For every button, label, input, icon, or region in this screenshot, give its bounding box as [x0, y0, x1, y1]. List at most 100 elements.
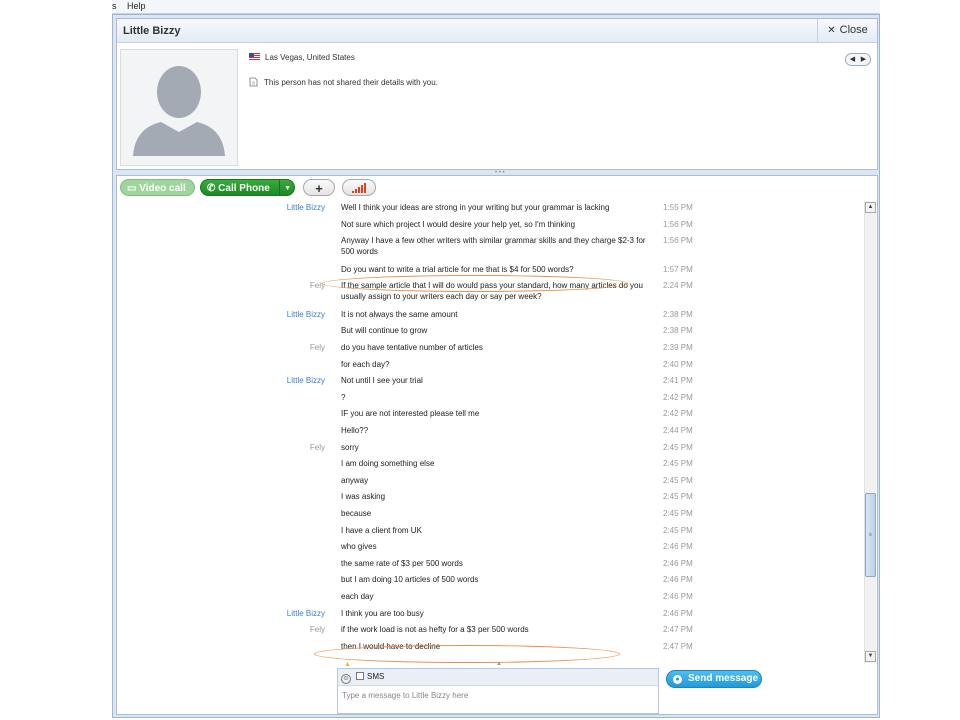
message-text: I think you are too busy	[341, 608, 424, 618]
message-text: I have a client from UK	[341, 525, 422, 535]
call-quality-button[interactable]	[342, 179, 376, 196]
chat-window: Little Bizzy ✕ Close Las Vegas, United St…	[112, 14, 880, 718]
scroll-down-icon[interactable]: ▼	[865, 651, 876, 662]
message-text: ?	[341, 392, 346, 402]
message-time: 2:40 PM	[663, 359, 693, 369]
compose-grip[interactable]: ▲	[496, 661, 502, 667]
message-text: Hello??	[341, 426, 369, 435]
menu-bar: s Help	[112, 0, 880, 14]
compose-bar: ☺ SMS	[338, 669, 658, 686]
message-text: Well I think your ideas are strong in yo…	[341, 203, 610, 212]
message-time: 2:45 PM	[663, 492, 693, 502]
chevron-down-icon[interactable]: ▼	[284, 180, 291, 197]
message-sender: Little Bizzy	[286, 309, 325, 319]
message-time: 2:46 PM	[663, 608, 693, 618]
video-camera-icon: ▭	[127, 183, 137, 194]
call-phone-button[interactable]: ✆ Call Phone ▼	[200, 179, 295, 196]
contact-name: Little Bizzy	[123, 25, 181, 37]
info-icon	[249, 77, 258, 87]
message-text: Do you want to write a trial article for…	[341, 264, 574, 274]
close-button[interactable]: ✕ Close	[817, 19, 877, 42]
add-button[interactable]: +	[303, 179, 335, 196]
phone-icon: ✆	[207, 183, 216, 194]
message-time: 2:47 PM	[663, 641, 693, 651]
location-row: Las Vegas, United States	[249, 53, 355, 62]
scrollbar-thumb[interactable]: ≡	[865, 493, 876, 577]
arrow-right-icon[interactable]: ▶	[858, 54, 869, 65]
message-text: for each day?	[341, 359, 390, 369]
message-time: 2:38 PM	[663, 309, 693, 319]
notice-row: This person has not shared their details…	[249, 77, 438, 87]
message-time: 2:45 PM	[663, 475, 693, 485]
message-text: who gives	[341, 542, 377, 552]
avatar	[120, 49, 238, 166]
message-text: but I am doing 10 articles of 500 words	[341, 575, 479, 585]
message-text: Not sure which project I would desire yo…	[341, 219, 576, 229]
message-text: IF you are not interested please tell me	[341, 409, 480, 419]
message-time: 2:45 PM	[663, 459, 693, 469]
message-time: 2:46 PM	[663, 592, 693, 601]
conversation-scrollbar[interactable]: ▲ ≡ ▼	[864, 201, 876, 663]
message-text: It is not always the same amount	[341, 309, 458, 319]
notice-text: This person has not shared their details…	[264, 78, 438, 87]
message-text: I was asking	[341, 492, 386, 502]
profile-panel: Little Bizzy ✕ Close Las Vegas, United St…	[116, 18, 878, 170]
signal-bars-icon	[352, 183, 366, 193]
call-phone-label: Call Phone	[218, 183, 270, 194]
message-text: anyway	[341, 475, 369, 485]
message-text: if the work load is not as hefty for a $…	[341, 625, 529, 635]
message-time: 2:39 PM	[663, 343, 693, 352]
message-time: 2:46 PM	[663, 558, 693, 568]
message-text: because	[341, 509, 372, 518]
message-sender: Little Bizzy	[286, 376, 325, 386]
message-time: 1:55 PM	[663, 203, 693, 212]
grip-icon: ≡	[869, 532, 872, 538]
menu-item-partial[interactable]: s	[112, 1, 117, 11]
message-sender: Fely	[309, 625, 325, 635]
chat-panel: ▭ Video call ✆ Call Phone ▼ + Little Biz…	[116, 175, 878, 715]
video-call-button[interactable]: ▭ Video call	[120, 179, 195, 196]
message-sender: Fely	[309, 343, 325, 352]
menu-item-help[interactable]: Help	[127, 1, 146, 11]
message-text: the same rate of $3 per 500 words	[341, 558, 463, 568]
message-time: 1:57 PM	[663, 264, 693, 274]
message-time: 2:42 PM	[663, 409, 693, 419]
us-flag-icon	[249, 53, 260, 61]
scroll-up-icon[interactable]: ▲	[865, 202, 876, 213]
message-time: 2:38 PM	[663, 326, 693, 336]
call-toolbar: ▭ Video call ✆ Call Phone ▼ +	[117, 176, 877, 198]
message-text: do you have tentative number of articles	[341, 343, 483, 352]
message-input[interactable]: Type a message to Little Bizzy here	[338, 686, 658, 705]
sms-checkbox[interactable]	[356, 672, 364, 680]
message-sender: Little Bizzy	[286, 203, 325, 212]
message-text: sorry	[341, 442, 359, 452]
profile-header: Little Bizzy ✕ Close	[117, 19, 877, 43]
message-sender: Little Bizzy	[286, 608, 325, 618]
message-time: 2:42 PM	[663, 392, 693, 402]
send-message-label: Send message	[688, 673, 759, 684]
message-text: Not until I see your trial	[341, 376, 423, 386]
message-text: each day	[341, 592, 374, 601]
message-sender: Fely	[309, 442, 325, 452]
message-text: Anyway I have a few other writers with s…	[341, 236, 646, 257]
arrow-left-icon[interactable]: ◀	[847, 54, 858, 65]
conversation-history: Little Bizzy Well I think your ideas are …	[117, 201, 865, 661]
send-message-button[interactable]: ● Send message	[666, 670, 762, 688]
sms-label: SMS	[367, 672, 385, 681]
call-divider	[279, 180, 280, 195]
profile-nav-arrows[interactable]: ◀ ▶	[845, 53, 871, 66]
message-text: I am doing something else	[341, 459, 435, 469]
message-time: 2:47 PM	[663, 625, 693, 635]
message-time: 2:24 PM	[663, 281, 693, 291]
close-label: Close	[839, 24, 868, 36]
video-call-label: Video call	[139, 183, 186, 194]
location-text: Las Vegas, United States	[265, 53, 355, 62]
message-time: 2:45 PM	[663, 442, 693, 452]
message-time: 1:56 PM	[663, 219, 693, 229]
message-time: 2:46 PM	[663, 542, 693, 552]
message-time: 2:41 PM	[663, 376, 693, 386]
message-time: 2:45 PM	[663, 525, 693, 535]
emoticon-icon[interactable]: ☺	[341, 674, 351, 684]
close-icon: ✕	[827, 25, 836, 36]
message-time: 2:46 PM	[663, 575, 693, 585]
